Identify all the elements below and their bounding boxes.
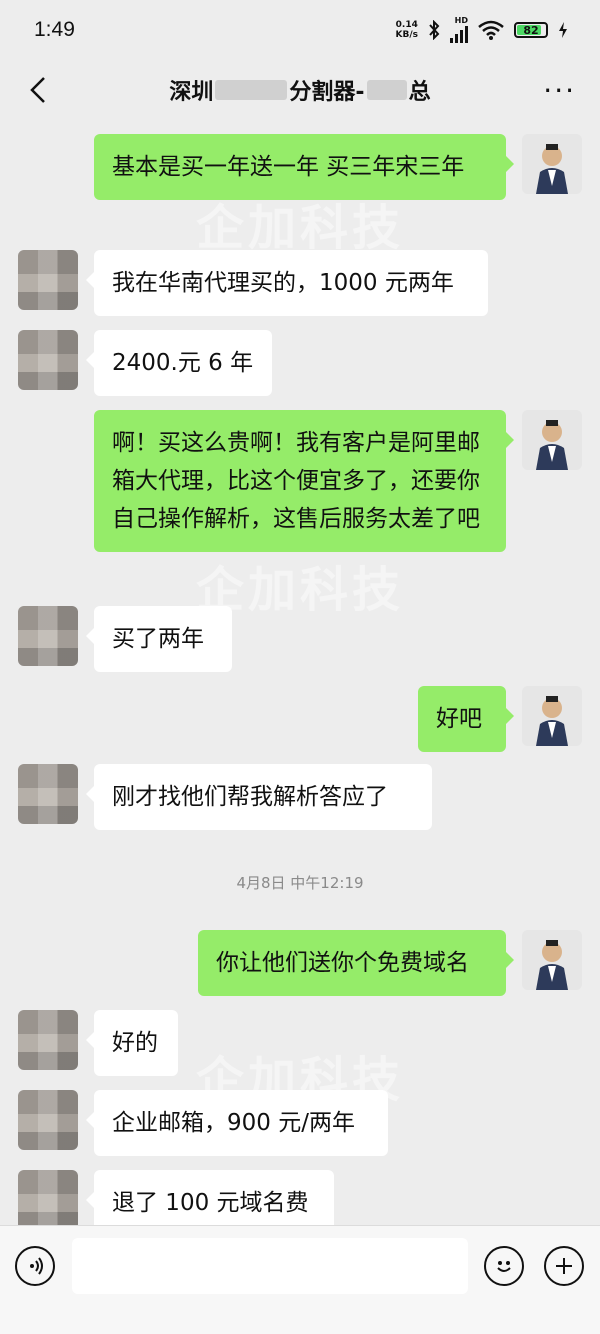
message-bubble[interactable]: 买了两年: [86, 606, 232, 672]
chat-title-end: 总: [408, 80, 431, 105]
contact-avatar[interactable]: [18, 764, 78, 824]
message-bubble[interactable]: 我在华南代理买的，1000 元两年: [86, 250, 488, 316]
title-redaction: [215, 80, 288, 100]
message-input[interactable]: [72, 1238, 468, 1294]
battery-level: 82: [523, 23, 539, 37]
chat-title-middle: 分割器-: [289, 80, 365, 105]
title-redaction: [366, 80, 407, 100]
chat-title: 深圳 分割器- 总: [169, 74, 431, 106]
message-bubble[interactable]: 好吧: [418, 686, 514, 752]
message-bubble[interactable]: 退了 100 元域名费: [86, 1170, 334, 1225]
contact-avatar[interactable]: [18, 330, 78, 390]
signal-icon: [450, 25, 468, 43]
contact-avatar[interactable]: [18, 1090, 78, 1150]
wifi-icon: [478, 20, 504, 40]
message-bubble[interactable]: 2400.元 6 年: [86, 330, 272, 396]
chat-area[interactable]: 基本是买一年送一年 买三年宋三年 企加科技 我在华南代理买的，1000 元两年 …: [0, 120, 600, 1225]
more-options-icon[interactable]: ···: [543, 74, 576, 107]
contact-avatar[interactable]: [18, 1010, 78, 1070]
message-bubble[interactable]: 企业邮箱，900 元/两年: [86, 1090, 388, 1156]
message-bubble[interactable]: 刚才找他们帮我解析答应了: [86, 764, 432, 830]
plus-icon[interactable]: [544, 1246, 584, 1286]
network-type-label: HD: [454, 16, 468, 25]
input-bar: [0, 1225, 600, 1334]
status-bar: 1:49 0.14 KB/s HD 82: [0, 0, 600, 60]
emoji-icon[interactable]: [484, 1246, 524, 1286]
charging-icon: [559, 22, 567, 38]
message-bubble[interactable]: 啊！买这么贵啊！我有客户是阿里邮箱大代理，比这个便宜多了，还要你自己操作解析，这…: [94, 410, 514, 552]
network-speed-unit: KB/s: [395, 30, 418, 40]
message-bubble[interactable]: 好的: [86, 1010, 178, 1076]
self-avatar[interactable]: [522, 134, 582, 194]
self-avatar[interactable]: [522, 930, 582, 990]
back-arrow-icon[interactable]: [22, 72, 58, 108]
contact-avatar[interactable]: [18, 1170, 78, 1225]
contact-avatar[interactable]: [18, 250, 78, 310]
message-bubble[interactable]: 你让他们送你个免费域名: [198, 930, 514, 996]
chat-title-start: 深圳: [169, 80, 214, 105]
self-avatar[interactable]: [522, 410, 582, 470]
status-time: 1:49: [34, 18, 75, 41]
message-bubble[interactable]: 基本是买一年送一年 买三年宋三年: [94, 134, 514, 200]
bluetooth-icon: [429, 20, 440, 40]
contact-avatar[interactable]: [18, 606, 78, 666]
network-speed: 0.14 KB/s: [396, 20, 418, 40]
self-avatar[interactable]: [522, 686, 582, 746]
status-icons: 0.14 KB/s HD 82: [396, 17, 568, 43]
chat-header: 深圳 分割器- 总 ···: [0, 60, 600, 120]
chat-timestamp: 4月8日 中午12:19: [236, 874, 364, 892]
network-speed-value: 0.14: [395, 20, 418, 30]
battery-icon: 82: [514, 22, 548, 38]
voice-icon[interactable]: [15, 1246, 55, 1286]
